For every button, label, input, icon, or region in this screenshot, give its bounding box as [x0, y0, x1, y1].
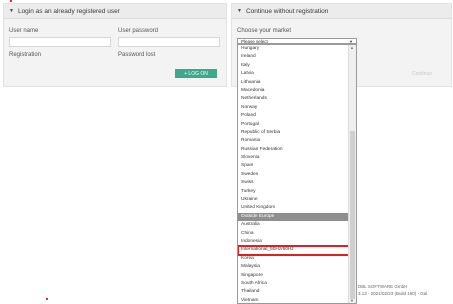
- market-option[interactable]: Poland: [238, 112, 350, 120]
- scroll-up-icon[interactable]: ▲: [350, 45, 354, 50]
- scrollbar-thumb[interactable]: [350, 131, 355, 299]
- market-option[interactable]: Hungary: [238, 45, 350, 53]
- market-option[interactable]: International_50Hz/60Hz: [238, 245, 351, 256]
- user-name-input[interactable]: [9, 37, 111, 47]
- market-options: Hungary Ireland Italy Latvia Lithuania Macedo…: [238, 45, 351, 303]
- chevron-down-icon: ▼: [349, 38, 353, 44]
- password-input[interactable]: [118, 37, 220, 47]
- market-option[interactable]: Ukraine: [238, 196, 350, 204]
- market-option[interactable]: Korea: [238, 255, 350, 263]
- guest-panel-header[interactable]: ▼ Continue without registration: [232, 4, 451, 19]
- continue-button[interactable]: Continue: [400, 69, 444, 78]
- guest-panel-title: Continue without registration: [245, 7, 329, 15]
- market-option[interactable]: Netherlands: [238, 95, 350, 103]
- market-option[interactable]: Romania: [238, 137, 350, 145]
- market-option[interactable]: Sweden: [238, 171, 350, 179]
- market-option[interactable]: Portugal: [238, 121, 350, 129]
- market-option[interactable]: Turkey: [238, 188, 350, 196]
- market-option[interactable]: United Kingdom: [238, 204, 350, 212]
- market-option[interactable]: China: [238, 230, 350, 238]
- market-option[interactable]: Italy: [238, 62, 350, 70]
- market-option[interactable]: Indonesia: [238, 238, 350, 246]
- market-option[interactable]: Ireland: [238, 53, 350, 61]
- registration-link[interactable]: Registration: [9, 52, 41, 58]
- market-option[interactable]: Singapore: [238, 272, 350, 280]
- market-option[interactable]: Vietnam: [238, 297, 350, 303]
- footer-version: 3.13 - 2021/02/23 (Build 190) - Gal: [358, 291, 428, 296]
- market-option[interactable]: Australia: [238, 221, 350, 229]
- market-option[interactable]: Spain: [238, 162, 350, 170]
- login-panel-header[interactable]: ▼ Login as an already registered user: [4, 4, 226, 19]
- market-label: Choose your market: [237, 28, 292, 34]
- market-option[interactable]: South Africa: [238, 280, 350, 288]
- password-lost-link[interactable]: Password lost: [118, 52, 155, 58]
- market-option[interactable]: Thailand: [238, 288, 350, 296]
- login-panel-title: Login as an already registered user: [17, 7, 120, 15]
- password-label: User password: [118, 28, 159, 34]
- market-option[interactable]: Latvia: [238, 70, 350, 78]
- scroll-down-icon[interactable]: ▼: [350, 298, 354, 303]
- user-name-label: User name: [9, 28, 39, 34]
- market-option[interactable]: Russian Federation: [238, 146, 350, 154]
- market-option[interactable]: Republic of Serbia: [238, 129, 350, 137]
- market-option[interactable]: Norway: [238, 104, 350, 112]
- caret-down-icon: ▼: [237, 8, 242, 14]
- caret-down-icon: ▼: [9, 8, 14, 14]
- market-dropdown-list[interactable]: Hungary Ireland Italy Latvia Lithuania Macedo…: [237, 44, 357, 304]
- market-option[interactable]: Malaysia: [238, 263, 350, 271]
- footer-company: DBL SOFTWARE GmbH: [358, 284, 408, 289]
- red-marker: [10, 0, 12, 2]
- market-option[interactable]: Slovenia: [238, 154, 350, 162]
- market-option[interactable]: Lithuania: [238, 79, 350, 87]
- market-option[interactable]: Outside Europe: [238, 212, 350, 222]
- market-select-value: Please select: [241, 38, 268, 44]
- red-marker: [46, 298, 48, 300]
- login-button[interactable]: + LOG ON: [175, 69, 217, 78]
- market-option[interactable]: Macedonia: [238, 87, 350, 95]
- market-option[interactable]: Swiss: [238, 179, 350, 187]
- dropdown-scrollbar[interactable]: ▲ ▼: [348, 45, 356, 303]
